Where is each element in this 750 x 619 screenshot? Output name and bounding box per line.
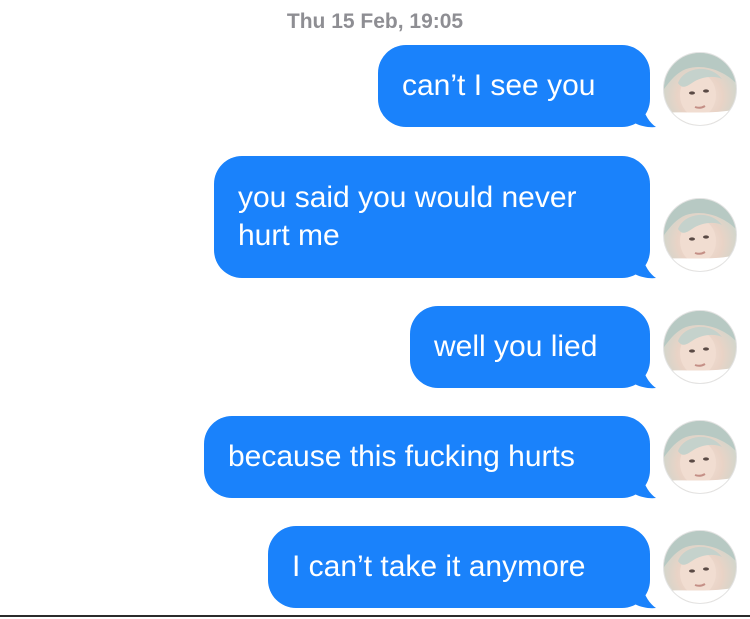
message-text: I can’t take it anymore	[292, 550, 586, 583]
contact-avatar[interactable]	[663, 198, 737, 272]
avatar-photo-icon	[664, 199, 736, 271]
bottom-divider	[0, 615, 750, 617]
message-timestamp: Thu 15 Feb, 19:05	[286, 10, 464, 33]
avatar-photo-icon	[664, 531, 736, 603]
message-text: can’t I see you	[402, 69, 596, 102]
sent-message-bubble[interactable]: I can’t take it anymore	[268, 526, 650, 608]
message-text: you said you would never hurt me	[238, 181, 577, 252]
sent-message-bubble[interactable]: because this fucking hurts	[204, 416, 650, 498]
message-text: well you lied	[434, 330, 598, 363]
sent-message-bubble[interactable]: you said you would never hurt me	[214, 156, 650, 278]
sent-message-bubble[interactable]: well you lied	[410, 306, 650, 388]
contact-avatar[interactable]	[663, 310, 737, 384]
bubble-tail	[628, 474, 656, 499]
avatar-photo-icon	[664, 53, 736, 125]
bubble-tail	[628, 254, 656, 279]
avatar-photo-icon	[664, 421, 736, 493]
contact-avatar[interactable]	[663, 530, 737, 604]
contact-avatar[interactable]	[663, 420, 737, 494]
contact-avatar[interactable]	[663, 52, 737, 126]
bubble-tail	[628, 584, 656, 609]
avatar-photo-icon	[664, 311, 736, 383]
bubble-tail	[628, 103, 656, 128]
bubble-tail	[628, 364, 656, 389]
message-text: because this fucking hurts	[228, 440, 575, 473]
sent-message-bubble[interactable]: can’t I see you	[378, 45, 650, 127]
